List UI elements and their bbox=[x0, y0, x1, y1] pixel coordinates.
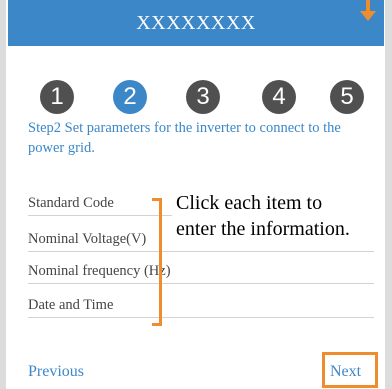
page-header: XXXXXXXX bbox=[8, 0, 384, 46]
app-screen: XXXXXXXX 1 2 3 4 5 Step2 Set parameters … bbox=[0, 0, 392, 389]
field-label: Nominal Voltage(V) bbox=[28, 231, 147, 247]
step-5: 5 bbox=[330, 80, 364, 114]
frame-border-left bbox=[0, 0, 6, 389]
next-button[interactable]: Next bbox=[330, 362, 361, 382]
step-description: Step2 Set parameters for the inverter to… bbox=[28, 120, 341, 156]
step-2: 2 bbox=[113, 80, 147, 114]
step-4: 4 bbox=[262, 80, 296, 114]
field-label: Date and Time bbox=[28, 297, 114, 313]
callout-text: Click each item to enter the information… bbox=[176, 190, 386, 242]
field-label: Standard Code bbox=[28, 195, 114, 211]
step-1: 1 bbox=[40, 80, 74, 114]
callout-line-1: Click each item to bbox=[176, 192, 323, 214]
field-label: Nominal frequency (Hz) bbox=[28, 263, 171, 279]
frame-border-right bbox=[385, 0, 392, 389]
step-3: 3 bbox=[186, 80, 220, 114]
field-nominal-frequency[interactable]: Nominal frequency (Hz) bbox=[28, 258, 374, 284]
callout-line-2: enter the information. bbox=[176, 218, 350, 240]
step-indicator: 1 2 3 4 5 bbox=[40, 80, 370, 114]
callout-bracket bbox=[152, 198, 162, 326]
page-title: XXXXXXXX bbox=[136, 12, 256, 34]
arrow-down-icon bbox=[360, 0, 376, 21]
previous-button[interactable]: Previous bbox=[28, 362, 84, 382]
field-date-time[interactable]: Date and Time bbox=[28, 292, 374, 318]
